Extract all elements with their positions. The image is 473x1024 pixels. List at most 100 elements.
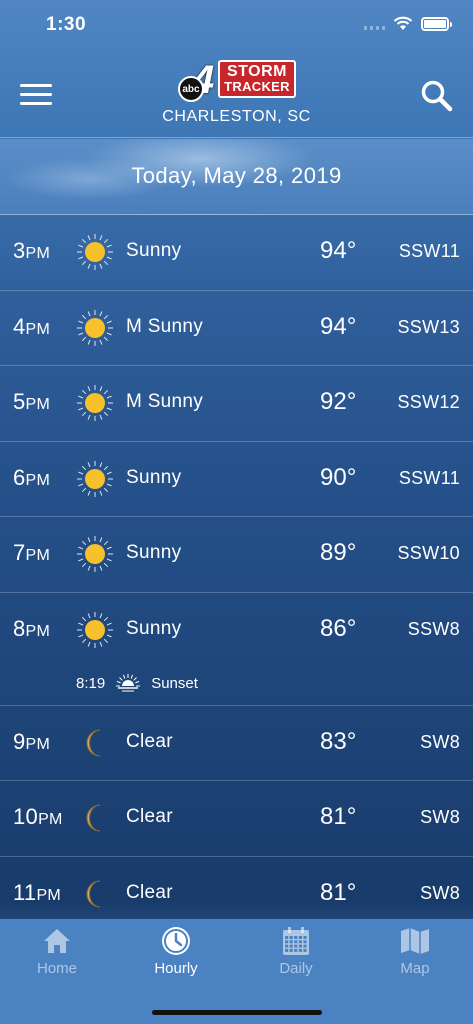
tab-map[interactable]: Map xyxy=(356,925,473,985)
temperature-value: 89° xyxy=(320,539,357,566)
temperature-value: 83° xyxy=(320,727,357,755)
sun-icon xyxy=(76,460,114,498)
wind-value: SW8 xyxy=(420,807,460,827)
condition-label: Clear xyxy=(126,806,173,827)
battery-icon xyxy=(421,16,452,31)
temperature-value: 92° xyxy=(320,388,357,415)
hour-row[interactable]: 8PM Sunny 86° SSW8 8:19 Sunset xyxy=(0,593,473,706)
date-banner: Today, May 28, 2019 xyxy=(0,139,473,215)
temperature-value: 94° xyxy=(320,237,357,264)
hour-label: 11PM xyxy=(13,880,61,906)
moon-icon xyxy=(76,799,114,837)
hour-label: 6PM xyxy=(13,465,50,491)
hour-ampm: PM xyxy=(25,735,51,753)
logo-tracker-text: TRACKER xyxy=(224,79,290,94)
hour-ampm: PM xyxy=(25,471,51,489)
wind-value: SSW11 xyxy=(398,241,460,261)
condition-label: Clear xyxy=(126,730,173,752)
map-icon xyxy=(399,925,431,957)
calendar-icon xyxy=(280,925,312,957)
wind-value: SSW8 xyxy=(407,618,460,639)
sun-icon xyxy=(76,384,114,422)
condition-label: M Sunny xyxy=(126,391,204,412)
sun-icon xyxy=(76,233,114,271)
sunset-label: Sunset xyxy=(151,675,198,692)
sunset-info: 8:19 Sunset xyxy=(76,673,198,695)
hour-label: 8PM xyxy=(13,616,50,642)
tab-label: Map xyxy=(400,960,430,977)
hour-ampm: PM xyxy=(25,396,51,413)
hour-row[interactable]: 11PM Clear 81° SW8 xyxy=(0,857,473,920)
hourly-forecast-list[interactable]: 3PM Sunny 94° SSW11 4PM M Sunny 94° SSW1… xyxy=(0,215,473,919)
sun-icon xyxy=(76,535,114,573)
status-time: 1:30 xyxy=(46,14,87,35)
condition-label: M Sunny xyxy=(126,315,204,337)
hour-ampm: PM xyxy=(25,320,51,338)
hour-number: 3 xyxy=(13,238,26,263)
station-logo: abc 4 STORM TRACKER xyxy=(178,56,296,102)
bottom-tab-bar: Home Hourly Daily Map xyxy=(0,919,473,1024)
wind-value: SSW13 xyxy=(397,316,460,337)
hour-number: 8 xyxy=(13,615,26,641)
hour-ampm: PM xyxy=(25,622,51,640)
hour-row[interactable]: 4PM M Sunny 94° SSW13 xyxy=(0,291,473,366)
home-icon xyxy=(41,925,73,957)
date-title: Today, May 28, 2019 xyxy=(131,163,342,188)
location-label: CHARLESTON, SC xyxy=(162,108,311,125)
hamburger-icon xyxy=(20,84,52,87)
wifi-icon xyxy=(393,16,413,30)
hour-ampm: PM xyxy=(25,547,51,564)
sun-icon xyxy=(76,309,114,347)
clock-icon xyxy=(160,925,192,957)
wind-value: SSW11 xyxy=(398,467,460,488)
hour-row[interactable]: 9PM Clear 83° SW8 xyxy=(0,706,473,781)
hour-row[interactable]: 10PM Clear 81° SW8 xyxy=(0,781,473,857)
hour-label: 5PM xyxy=(13,389,50,415)
hour-number: 9 xyxy=(13,728,26,754)
sunset-icon xyxy=(115,673,141,694)
wind-value: SW8 xyxy=(420,731,460,752)
hour-number: 6 xyxy=(13,464,26,490)
search-icon xyxy=(421,80,453,112)
hour-label: 3PM xyxy=(13,238,50,264)
moon-icon xyxy=(76,724,114,762)
sunset-time: 8:19 xyxy=(76,675,106,692)
hour-ampm: PM xyxy=(36,886,62,904)
tab-label: Daily xyxy=(279,960,313,977)
condition-label: Sunny xyxy=(126,466,182,488)
search-button[interactable] xyxy=(419,78,455,114)
temperature-value: 86° xyxy=(320,614,357,642)
tab-hourly[interactable]: Hourly xyxy=(117,925,235,985)
menu-button[interactable] xyxy=(20,84,52,106)
tab-daily[interactable]: Daily xyxy=(237,925,355,985)
hour-label: 10PM xyxy=(13,804,63,830)
tab-label: Hourly xyxy=(154,960,198,977)
logo-storm-text: STORM xyxy=(227,63,287,80)
condition-label: Sunny xyxy=(126,617,182,639)
storm-tracker-badge: STORM TRACKER xyxy=(218,60,296,98)
abc-logo: abc xyxy=(178,76,204,102)
wind-value: SSW10 xyxy=(397,543,460,563)
condition-label: Sunny xyxy=(126,542,182,563)
condition-label: Clear xyxy=(126,881,173,903)
cellular-signal-icon xyxy=(364,18,385,30)
status-icons xyxy=(364,16,452,31)
hour-row[interactable]: 7PM Sunny 89° SSW10 xyxy=(0,517,473,593)
hour-number: 4 xyxy=(13,313,26,339)
temperature-value: 94° xyxy=(320,312,357,340)
hour-row[interactable]: 6PM Sunny 90° SSW11 xyxy=(0,442,473,517)
hour-label: 7PM xyxy=(13,540,50,566)
hour-number: 10 xyxy=(13,804,39,829)
tab-home[interactable]: Home xyxy=(0,925,116,985)
app-header: abc 4 STORM TRACKER CHARLESTON, SC xyxy=(0,50,473,138)
temperature-value: 81° xyxy=(320,878,357,906)
hour-ampm: PM xyxy=(25,245,51,262)
hour-row[interactable]: 3PM Sunny 94° SSW11 xyxy=(0,215,473,291)
home-indicator xyxy=(152,1010,322,1015)
tab-label: Home xyxy=(36,960,77,977)
status-bar: 1:30 xyxy=(0,0,473,50)
hour-ampm: PM xyxy=(38,811,63,828)
moon-icon xyxy=(76,875,114,913)
hour-row[interactable]: 5PM M Sunny 92° SSW12 xyxy=(0,366,473,442)
hour-number: 5 xyxy=(13,389,26,414)
